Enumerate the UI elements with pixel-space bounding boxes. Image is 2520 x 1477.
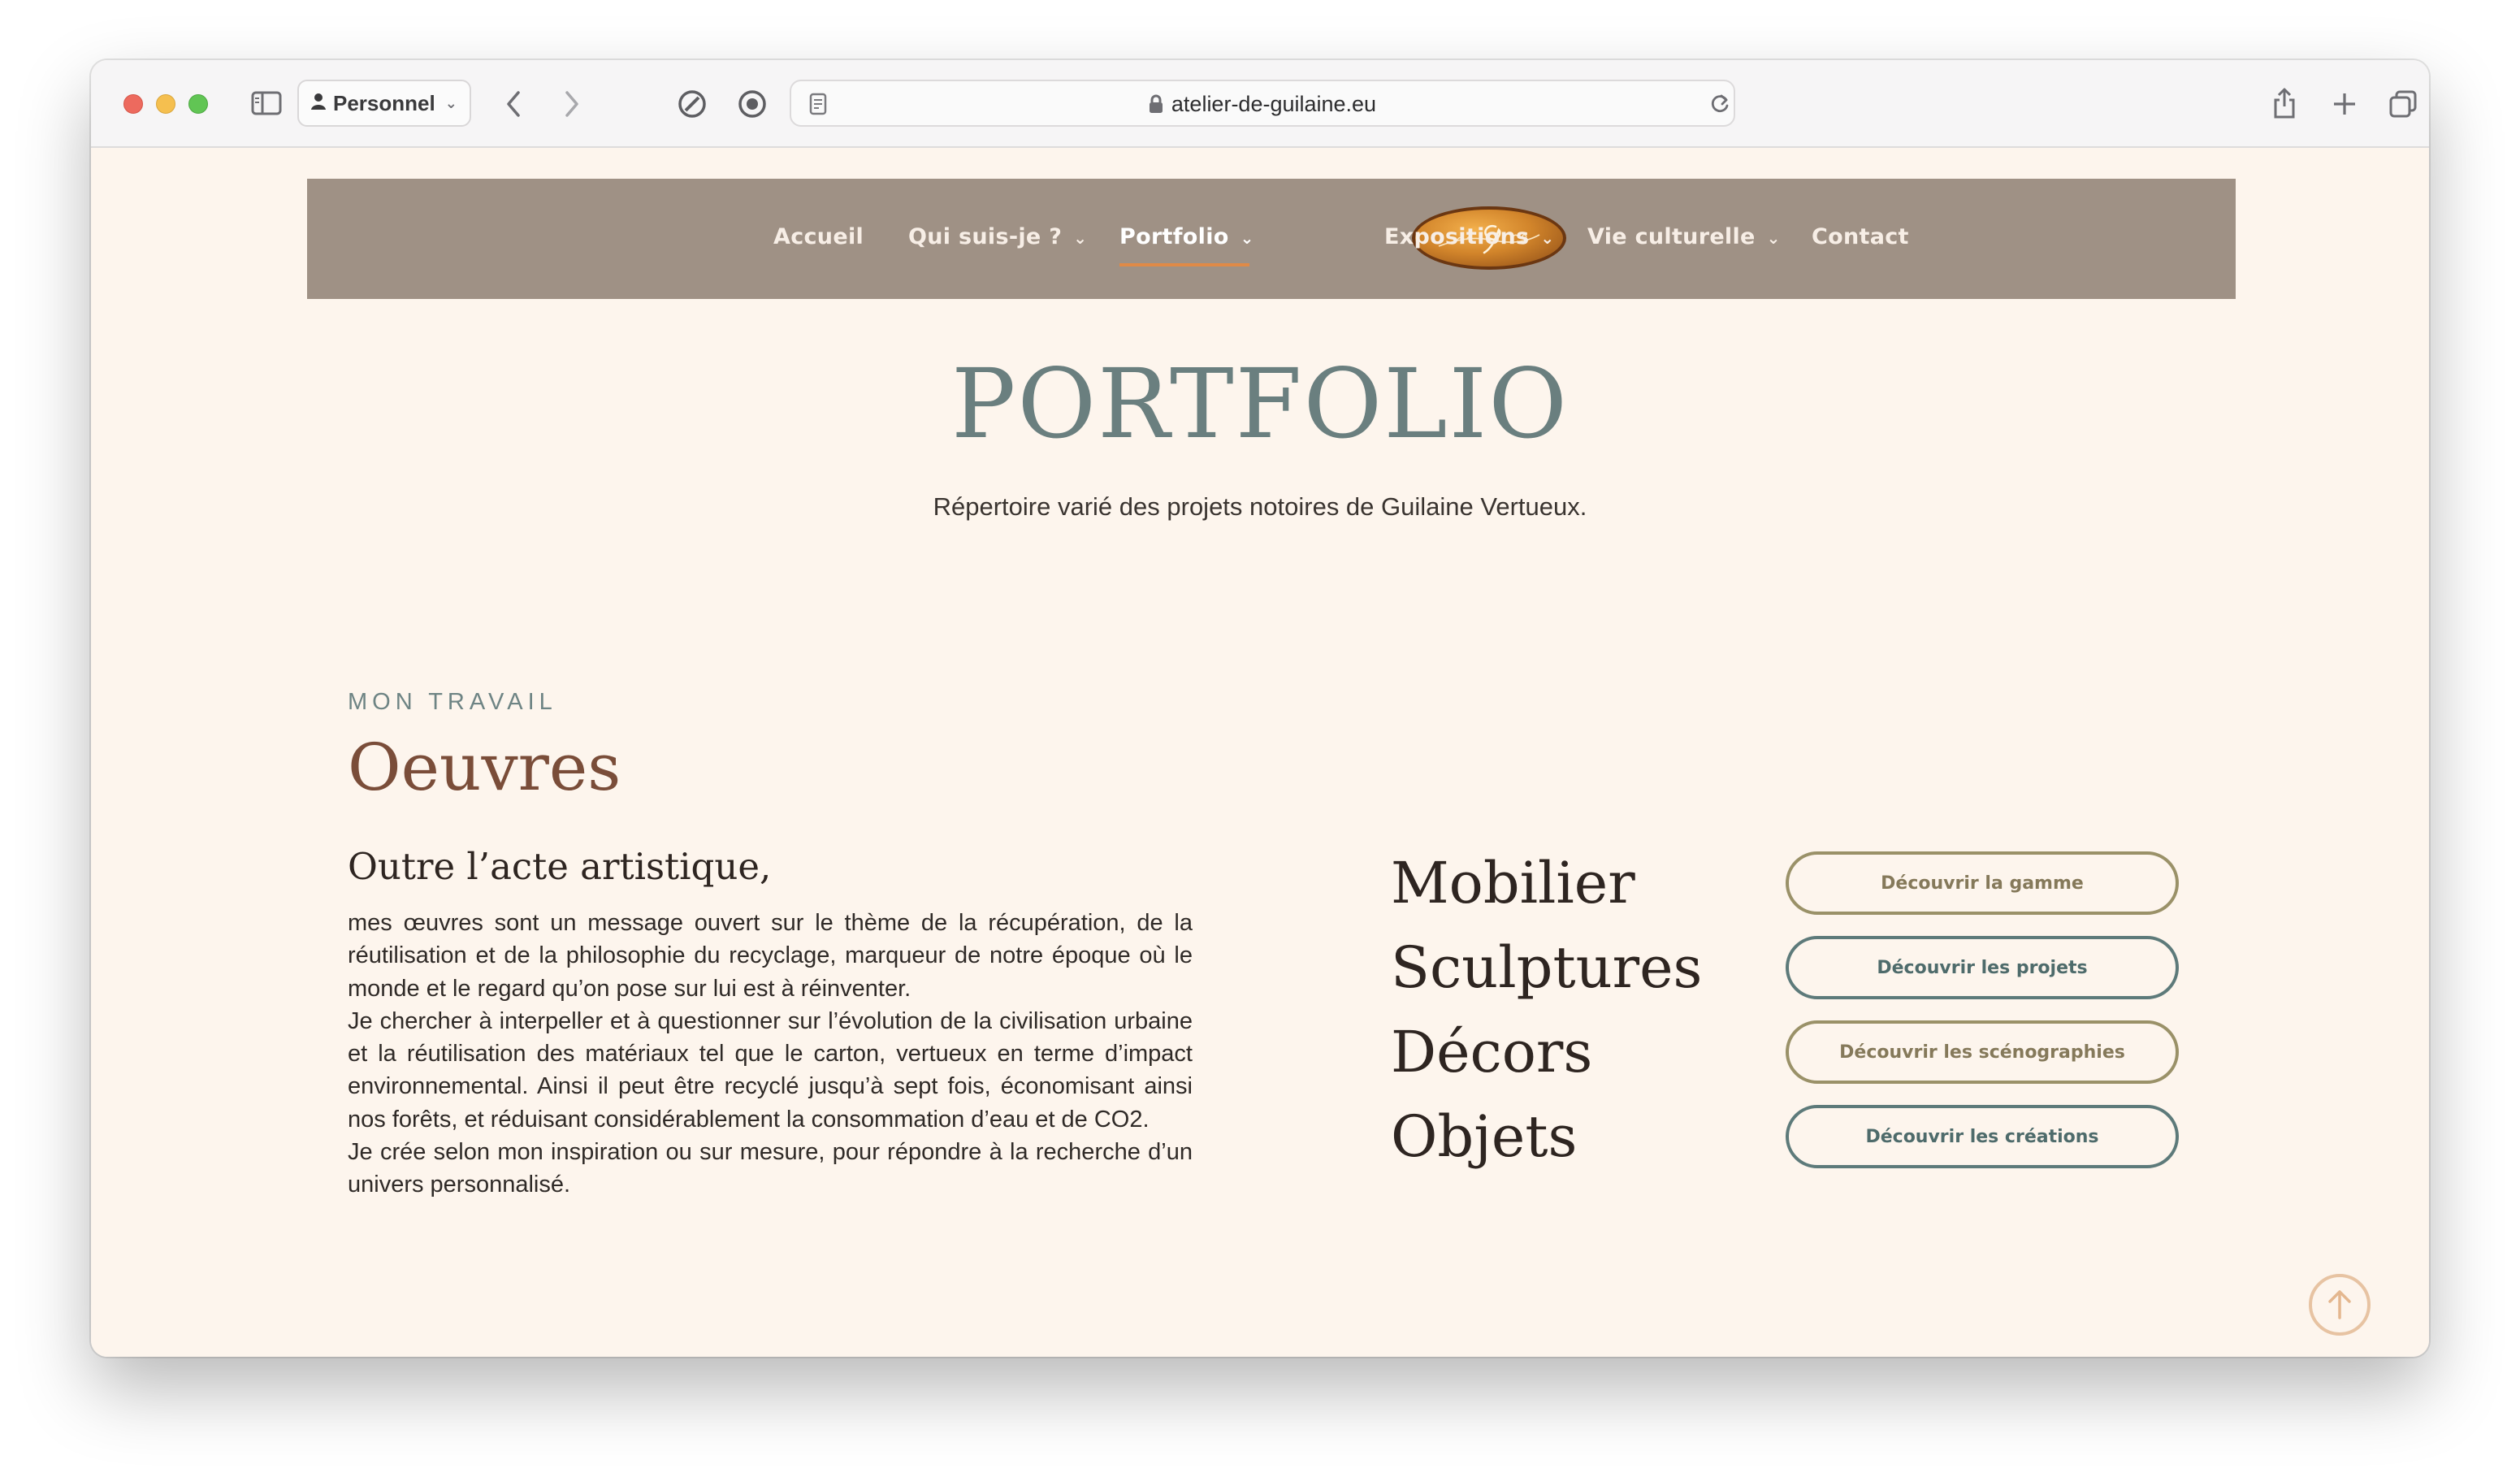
tab-overview-icon[interactable] <box>2387 88 2419 120</box>
scroll-to-top-button[interactable] <box>2309 1274 2371 1336</box>
discover-projects-button[interactable]: Découvrir les projets <box>1786 936 2179 999</box>
url-text: atelier-de-guilaine.eu <box>1171 92 1377 116</box>
browser-toolbar: Personnel ⌄ atelier-de-guilaine.eu <box>91 60 2429 148</box>
category-label: Décors <box>1391 1019 1593 1085</box>
nav-item-label: Vie culturelle <box>1587 224 1756 249</box>
site-navigation: Accueil Qui suis-je ? ⌄ Portfolio ⌄ Exposi… <box>307 179 2236 299</box>
category-row-objets: Objets Découvrir les créations <box>1391 1103 2203 1185</box>
minimize-window-button[interactable] <box>156 94 175 114</box>
chevron-down-icon: ⌄ <box>1240 228 1254 248</box>
address-bar[interactable]: atelier-de-guilaine.eu <box>790 80 1735 127</box>
discover-creations-button[interactable]: Découvrir les créations <box>1786 1105 2179 1168</box>
new-tab-icon[interactable] <box>2328 88 2361 120</box>
discover-range-button[interactable]: Découvrir la gamme <box>1786 851 2179 915</box>
intro-paragraph: Je crée selon mon inspiration ou sur mes… <box>348 1139 1193 1198</box>
forward-icon[interactable] <box>556 86 588 122</box>
chevron-down-icon: ⌄ <box>1766 228 1781 248</box>
profile-label: Personnel <box>333 90 435 115</box>
person-icon <box>310 91 327 116</box>
intro-paragraph: Je chercher à interpeller et à questionn… <box>348 1007 1193 1133</box>
section-kicker: MON TRAVAIL <box>348 689 557 715</box>
category-label: Objets <box>1391 1103 1578 1170</box>
chevron-down-icon: ⌄ <box>444 94 457 111</box>
nav-item-accueil[interactable]: Accueil <box>773 224 864 249</box>
zoom-window-button[interactable] <box>188 94 208 114</box>
page-subtitle: Répertoire varié des projets notoires de… <box>933 492 1587 521</box>
page-title: PORTFOLIO <box>951 348 1569 460</box>
browser-window: Personnel ⌄ atelier-de-guilaine.eu Accue… <box>91 60 2429 1357</box>
close-window-button[interactable] <box>123 94 143 114</box>
category-row-mobilier: Mobilier Découvrir la gamme <box>1391 850 2203 931</box>
discover-scenographies-button[interactable]: Découvrir les scénographies <box>1786 1020 2179 1084</box>
intro-paragraph: mes œuvres sont un message ouvert sur le… <box>348 910 1193 1002</box>
category-row-sculptures: Sculptures Découvrir les projets <box>1391 934 2203 1016</box>
intro-text: mes œuvres sont un message ouvert sur le… <box>348 907 1193 1202</box>
arrow-up-icon <box>2328 1290 2351 1319</box>
active-nav-underline <box>1119 263 1249 266</box>
reload-icon[interactable] <box>1708 91 1732 117</box>
shield-icon[interactable] <box>676 88 708 120</box>
intro-heading: Outre l’acte artistique, <box>348 845 772 888</box>
lock-icon <box>1149 94 1163 119</box>
nav-item-expositions[interactable]: Expositions ⌄ <box>1384 224 1554 249</box>
back-icon[interactable] <box>497 86 530 122</box>
sidebar-toggle-icon[interactable] <box>250 89 283 117</box>
category-label: Mobilier <box>1391 850 1635 916</box>
nav-item-qui-suis-je[interactable]: Qui suis-je ? ⌄ <box>908 224 1087 249</box>
share-icon[interactable] <box>2268 84 2301 122</box>
url-display[interactable]: atelier-de-guilaine.eu <box>791 92 1734 119</box>
category-row-decors: Décors Découvrir les scénographies <box>1391 1019 2203 1100</box>
profile-menu-button[interactable]: Personnel ⌄ <box>297 80 471 127</box>
chevron-down-icon: ⌄ <box>1540 228 1555 248</box>
privacy-report-icon[interactable] <box>736 88 769 120</box>
chevron-down-icon: ⌄ <box>1073 228 1088 248</box>
nav-item-contact[interactable]: Contact <box>1812 224 1909 249</box>
nav-item-vie-culturelle[interactable]: Vie culturelle ⌄ <box>1587 224 1781 249</box>
nav-item-label: Portfolio <box>1119 224 1229 249</box>
category-label: Sculptures <box>1391 934 1703 1001</box>
nav-item-label: Expositions <box>1384 224 1530 249</box>
web-page: Accueil Qui suis-je ? ⌄ Portfolio ⌄ Exposi… <box>91 148 2429 1357</box>
nav-item-label: Qui suis-je ? <box>908 224 1063 249</box>
nav-item-portfolio[interactable]: Portfolio ⌄ <box>1119 224 1254 249</box>
section-title: Oeuvres <box>348 730 621 805</box>
